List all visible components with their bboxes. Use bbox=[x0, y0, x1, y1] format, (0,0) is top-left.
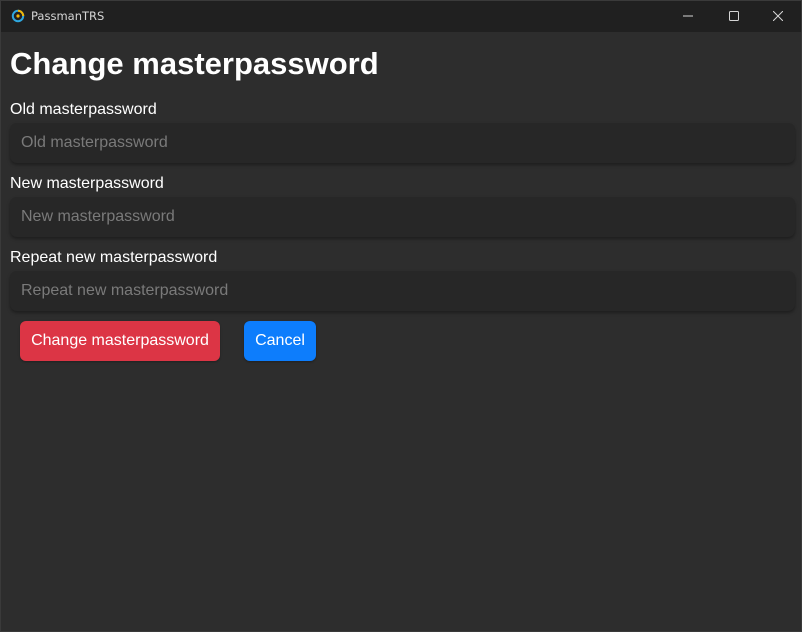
cancel-button[interactable]: Cancel bbox=[244, 321, 316, 361]
close-button[interactable] bbox=[755, 1, 801, 32]
change-password-button[interactable]: Change masterpassword bbox=[20, 321, 220, 361]
new-password-label: New masterpassword bbox=[10, 175, 164, 192]
minimize-button[interactable] bbox=[665, 1, 711, 32]
minimize-icon bbox=[683, 8, 693, 26]
new-password-input[interactable] bbox=[10, 197, 795, 237]
page-title: Change masterpassword bbox=[10, 46, 379, 81]
maximize-button[interactable] bbox=[711, 1, 757, 32]
window-title: PassmanTRS bbox=[31, 9, 105, 23]
title-bar[interactable]: PassmanTRS bbox=[1, 1, 801, 32]
passman-logo-icon bbox=[11, 9, 25, 23]
repeat-password-label: Repeat new masterpassword bbox=[10, 249, 218, 266]
old-password-input[interactable] bbox=[10, 123, 795, 163]
repeat-password-input[interactable] bbox=[10, 271, 795, 311]
old-password-label: Old masterpassword bbox=[10, 101, 157, 118]
app-window: PassmanTRS Change masterpassword Old mas… bbox=[0, 0, 802, 632]
close-icon bbox=[772, 8, 784, 26]
maximize-icon bbox=[729, 8, 739, 26]
